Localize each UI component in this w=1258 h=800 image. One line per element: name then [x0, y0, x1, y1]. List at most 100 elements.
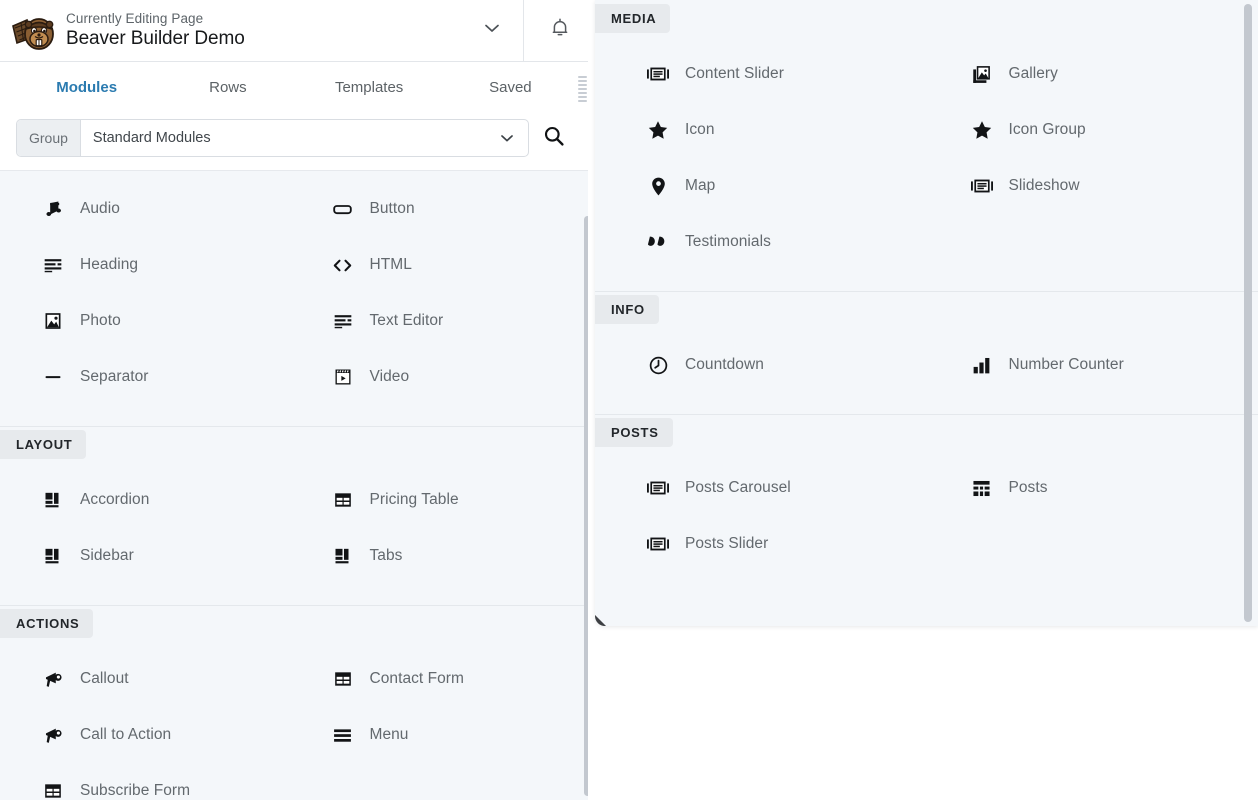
code-brackets-icon — [332, 254, 354, 276]
tab-templates[interactable]: Templates — [299, 62, 440, 114]
section-header-info: INFO — [595, 291, 1258, 327]
module-item-label: Button — [369, 200, 415, 217]
module-item-gallery[interactable]: Gallery — [927, 46, 1251, 102]
section-badge: MEDIA — [595, 3, 671, 33]
module-item-callout[interactable]: Callout — [8, 651, 298, 707]
flyout-pointer-icon — [595, 612, 611, 626]
module-item-label: Countdown — [685, 356, 764, 373]
quote-marks-icon — [647, 231, 669, 253]
module-item-photo[interactable]: Photo — [8, 293, 298, 349]
module-item-heading[interactable]: Heading — [8, 237, 298, 293]
clock-icon — [647, 354, 669, 376]
module-item-subscribe-form[interactable]: Subscribe Form — [8, 763, 298, 800]
module-item-call-to-action[interactable]: Call to Action — [8, 707, 298, 763]
module-item-icon[interactable]: Icon — [603, 102, 927, 158]
megaphone-icon — [42, 724, 64, 746]
section-header-actions: ACTIONS — [0, 605, 595, 641]
group-select-label: Group — [17, 120, 81, 156]
table-grid-icon — [332, 489, 354, 511]
module-item-tabs[interactable]: Tabs — [298, 528, 588, 584]
star-icon — [647, 119, 669, 141]
module-item-icon-group[interactable]: Icon Group — [927, 102, 1251, 158]
search-button[interactable] — [529, 119, 579, 157]
module-item-label: Callout — [80, 670, 129, 687]
slider-filmstrip-icon — [970, 175, 993, 197]
module-item-sidebar[interactable]: Sidebar — [8, 528, 298, 584]
currently-editing-label: Currently Editing Page — [66, 11, 204, 26]
module-item-number-counter[interactable]: Number Counter — [927, 337, 1251, 393]
section-badge: POSTS — [595, 418, 673, 447]
module-item-label: Testimonials — [685, 233, 771, 250]
bell-notification-icon — [548, 16, 572, 45]
layout-blocks-icon — [332, 545, 354, 567]
module-item-separator[interactable]: Separator — [8, 349, 298, 405]
module-item-label: Audio — [80, 200, 120, 217]
module-item-audio[interactable]: Audio — [8, 181, 298, 237]
module-item-label: Slideshow — [1008, 177, 1080, 194]
module-item-label: Text Editor — [369, 312, 444, 329]
module-item-content-slider[interactable]: Content Slider — [603, 46, 927, 102]
module-item-text-editor[interactable]: Text Editor — [298, 293, 588, 349]
tab-saved[interactable]: Saved — [440, 62, 581, 114]
right-panel-scrollbar[interactable] — [1244, 4, 1252, 622]
module-item-posts-carousel[interactable]: Posts Carousel — [603, 460, 927, 516]
table-grid-icon — [42, 780, 64, 800]
tab-modules[interactable]: Modules — [16, 62, 157, 114]
modules-list-scroll[interactable]: Audio Button Heading HTML Photo Text Editor Se… — [0, 171, 595, 800]
module-item-countdown[interactable]: Countdown — [603, 337, 927, 393]
module-item-html[interactable]: HTML — [298, 237, 588, 293]
tab-rows[interactable]: Rows — [157, 62, 298, 114]
module-item-menu[interactable]: Menu — [298, 707, 588, 763]
video-clapper-icon — [332, 366, 354, 388]
modules-flyout-panel: MEDIA Content Slider Gallery Icon Icon Group… — [595, 0, 1258, 626]
module-item-accordion[interactable]: Accordion — [8, 472, 298, 528]
module-item-label: Icon — [685, 121, 715, 138]
module-item-label: Content Slider — [685, 65, 784, 82]
page-menu-toggle[interactable] — [461, 0, 523, 61]
slider-filmstrip-icon — [647, 477, 669, 499]
heading-lines-icon — [42, 254, 64, 276]
photo-image-icon — [42, 310, 64, 332]
module-item-label: Posts Carousel — [685, 479, 791, 496]
group-select[interactable]: Group Standard Modules — [16, 119, 529, 157]
panel-header: Currently Editing Page Beaver Builder De… — [0, 0, 595, 62]
module-item-label: Separator — [80, 368, 149, 385]
megaphone-icon — [42, 668, 64, 690]
star-icon — [971, 119, 993, 141]
bar-chart-icon — [971, 354, 993, 376]
module-item-testimonials[interactable]: Testimonials — [603, 214, 927, 270]
hamburger-menu-icon — [332, 724, 354, 746]
module-item-button[interactable]: Button — [298, 181, 588, 237]
notifications-button[interactable] — [523, 0, 595, 61]
current-page-button[interactable]: Currently Editing Page Beaver Builder De… — [0, 0, 461, 61]
module-item-posts-slider[interactable]: Posts Slider — [603, 516, 927, 572]
module-item-label: Pricing Table — [369, 491, 459, 508]
module-item-label: Photo — [80, 312, 121, 329]
module-item-label: Video — [369, 368, 410, 385]
layout-blocks-icon — [42, 545, 64, 567]
module-item-video[interactable]: Video — [298, 349, 588, 405]
beaver-logo-icon — [8, 8, 58, 54]
module-item-map[interactable]: Map — [603, 158, 927, 214]
module-item-pricing-table[interactable]: Pricing Table — [298, 472, 588, 528]
drag-grip-icon[interactable] — [578, 76, 587, 102]
group-select-value: Standard Modules — [92, 130, 211, 146]
search-icon — [542, 124, 566, 153]
module-item-label: Contact Form — [369, 670, 464, 687]
posts-grid-icon — [971, 477, 993, 499]
module-grid: Accordion Pricing Table Sidebar Tabs — [0, 472, 595, 584]
module-item-label: Accordion — [80, 491, 150, 508]
module-item-contact-form[interactable]: Contact Form — [298, 651, 588, 707]
slider-filmstrip-icon — [647, 533, 669, 555]
module-item-label: Subscribe Form — [80, 782, 191, 799]
modules-panel: Currently Editing Page Beaver Builder De… — [0, 0, 595, 800]
module-item-slideshow[interactable]: Slideshow — [927, 158, 1251, 214]
module-grid: Callout Contact Form Call to Action Menu Sub… — [0, 651, 595, 800]
module-item-posts[interactable]: Posts — [927, 460, 1251, 516]
